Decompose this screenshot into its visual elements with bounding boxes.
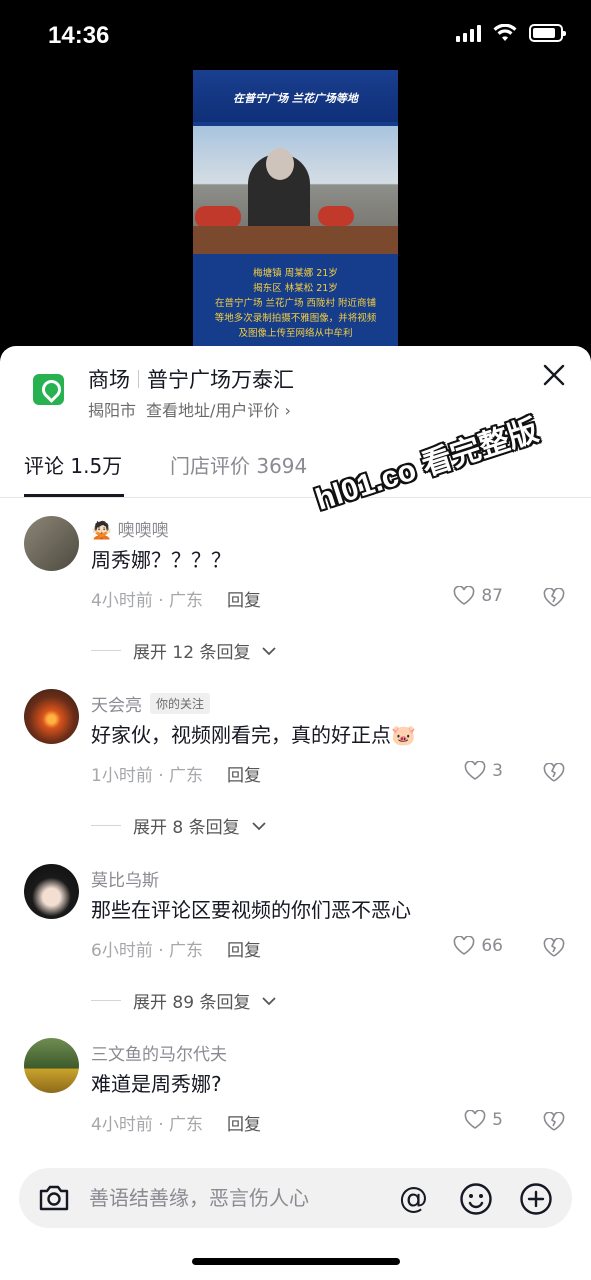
- expand-line: [91, 825, 121, 826]
- author-name: 🙅🏻 噢噢噢: [91, 521, 169, 541]
- like-button[interactable]: 66: [453, 936, 503, 956]
- broken-heart-icon: [543, 1111, 565, 1131]
- like-button[interactable]: 3: [464, 761, 503, 781]
- comment-author[interactable]: 🙅🏻 噢噢噢: [91, 516, 169, 541]
- author-name: 莫比乌斯: [91, 871, 159, 891]
- battery-icon: [529, 24, 566, 42]
- title-divider: [138, 370, 139, 388]
- status-time: 14:36: [48, 22, 110, 49]
- status-icons: [456, 24, 566, 42]
- shop-category: 商场: [88, 368, 130, 392]
- shop-title[interactable]: 商场 普宁广场万泰汇: [88, 364, 294, 394]
- plus-icon[interactable]: [519, 1182, 553, 1216]
- video-preview[interactable]: 在普宁广场 兰花广场等地 梅塘镇 周某娜 21岁 揭东区 林某松 21岁 在普宁…: [193, 70, 398, 350]
- comment-input[interactable]: [89, 1182, 379, 1214]
- dislike-button[interactable]: [543, 1111, 565, 1136]
- avatar[interactable]: [24, 516, 79, 571]
- location-pin-icon: [33, 374, 64, 405]
- expand-label: 展开 89 条回复: [133, 993, 251, 1013]
- following-badge: 你的关注: [150, 693, 211, 714]
- comment-text[interactable]: 那些在评论区要视频的你们恶不恶心: [91, 894, 411, 923]
- video-line: 梅塘镇 周某娜 21岁: [253, 268, 338, 279]
- author-name: 三文鱼的马尔代夫: [91, 1045, 227, 1065]
- shop-subtitle[interactable]: 揭阳市 查看地址/用户评价 ›: [88, 397, 291, 421]
- like-count: 5: [492, 1110, 503, 1130]
- video-line: 在普宁广场 兰花广场 西陇村 附近商铺: [214, 298, 377, 309]
- reply-button[interactable]: 回复: [227, 761, 261, 786]
- broken-heart-icon: [543, 937, 565, 957]
- tab-store-reviews[interactable]: 门店评价 3694: [170, 450, 307, 479]
- comment-time: 4小时前 · 广东: [91, 591, 204, 611]
- comment-meta: 1小时前 · 广东 回复: [91, 761, 261, 786]
- comment-meta: 4小时前 · 广东 回复: [91, 586, 261, 611]
- heart-icon: [464, 761, 486, 780]
- like-count: 66: [481, 936, 503, 956]
- like-count: 3: [492, 761, 503, 781]
- video-line: 揭东区 林某松 21岁: [253, 283, 338, 294]
- emoji-icon[interactable]: [459, 1182, 493, 1216]
- expand-replies[interactable]: 展开 12 条回复: [91, 638, 277, 663]
- broken-heart-icon: [543, 587, 565, 607]
- heart-icon: [453, 936, 475, 955]
- comment-time: 6小时前 · 广东: [91, 941, 204, 961]
- like-button[interactable]: 87: [453, 586, 503, 606]
- video-overlay-text: 梅塘镇 周某娜 21岁 揭东区 林某松 21岁 在普宁广场 兰花广场 西陇村 附…: [193, 266, 398, 341]
- expand-line: [91, 650, 121, 651]
- heart-icon: [464, 1110, 486, 1129]
- avatar[interactable]: [24, 864, 79, 919]
- reply-button[interactable]: 回复: [227, 936, 261, 961]
- close-button[interactable]: [541, 364, 567, 390]
- comment-text[interactable]: 周秀娜？？？？: [91, 544, 231, 573]
- video-line: 等地多次录制拍摄不雅图像，并将视频: [214, 313, 377, 324]
- author-name: 天会亮: [91, 696, 142, 716]
- tab-comments[interactable]: 评论 1.5万: [24, 450, 122, 479]
- video-line: 及图像上传至网络从中牟利: [238, 328, 353, 339]
- active-tab-indicator: [24, 494, 124, 497]
- comment-sheet: 商场 普宁广场万泰汇 揭阳市 查看地址/用户评价 › 评论 1.5万 门店评价 …: [0, 346, 591, 1280]
- comment-author[interactable]: 天会亮 你的关注: [91, 691, 211, 716]
- reply-button[interactable]: 回复: [227, 586, 261, 611]
- comment-author[interactable]: 三文鱼的马尔代夫: [91, 1040, 227, 1065]
- comment-meta: 4小时前 · 广东 回复: [91, 1110, 261, 1135]
- expand-replies[interactable]: 展开 8 条回复: [91, 813, 266, 838]
- expand-label: 展开 12 条回复: [133, 643, 251, 663]
- comment-text[interactable]: 难道是周秀娜?: [91, 1068, 222, 1097]
- video-top-caption: 在普宁广场 兰花广场等地: [193, 70, 398, 122]
- reply-button[interactable]: 回复: [227, 1110, 261, 1135]
- chevron-down-icon: [262, 996, 277, 1005]
- video-photo: [193, 126, 398, 254]
- shop-city: 揭阳市: [88, 401, 137, 420]
- broken-heart-icon: [543, 762, 565, 782]
- comment-author[interactable]: 莫比乌斯: [91, 866, 159, 891]
- dislike-button[interactable]: [543, 937, 565, 962]
- like-button[interactable]: 5: [464, 1110, 503, 1130]
- comment-text[interactable]: 好家伙，视频刚看完，真的好正点🐷: [91, 719, 416, 748]
- comment-time: 4小时前 · 广东: [91, 1115, 204, 1135]
- heart-icon: [453, 586, 475, 605]
- avatar[interactable]: [24, 689, 79, 744]
- signal-icon: [456, 24, 481, 42]
- mention-button[interactable]: @: [399, 1181, 428, 1215]
- dislike-button[interactable]: [543, 762, 565, 787]
- chevron-down-icon: [262, 646, 277, 655]
- wifi-icon: [493, 24, 517, 41]
- comment-input-bar: @: [19, 1168, 572, 1228]
- status-bar: 14:36: [0, 0, 591, 75]
- like-count: 87: [481, 586, 503, 606]
- view-address-link[interactable]: 查看地址/用户评价 ›: [146, 397, 291, 421]
- home-indicator[interactable]: [192, 1258, 400, 1265]
- dislike-button[interactable]: [543, 587, 565, 612]
- chevron-down-icon: [251, 821, 266, 830]
- avatar[interactable]: [24, 1038, 79, 1093]
- expand-line: [91, 1000, 121, 1001]
- comment-meta: 6小时前 · 广东 回复: [91, 936, 261, 961]
- expand-replies[interactable]: 展开 89 条回复: [91, 988, 277, 1013]
- shop-name: 普宁广场万泰汇: [147, 368, 294, 392]
- close-icon: [543, 364, 565, 386]
- camera-icon[interactable]: [37, 1182, 71, 1214]
- comment-time: 1小时前 · 广东: [91, 766, 204, 786]
- expand-label: 展开 8 条回复: [133, 818, 240, 838]
